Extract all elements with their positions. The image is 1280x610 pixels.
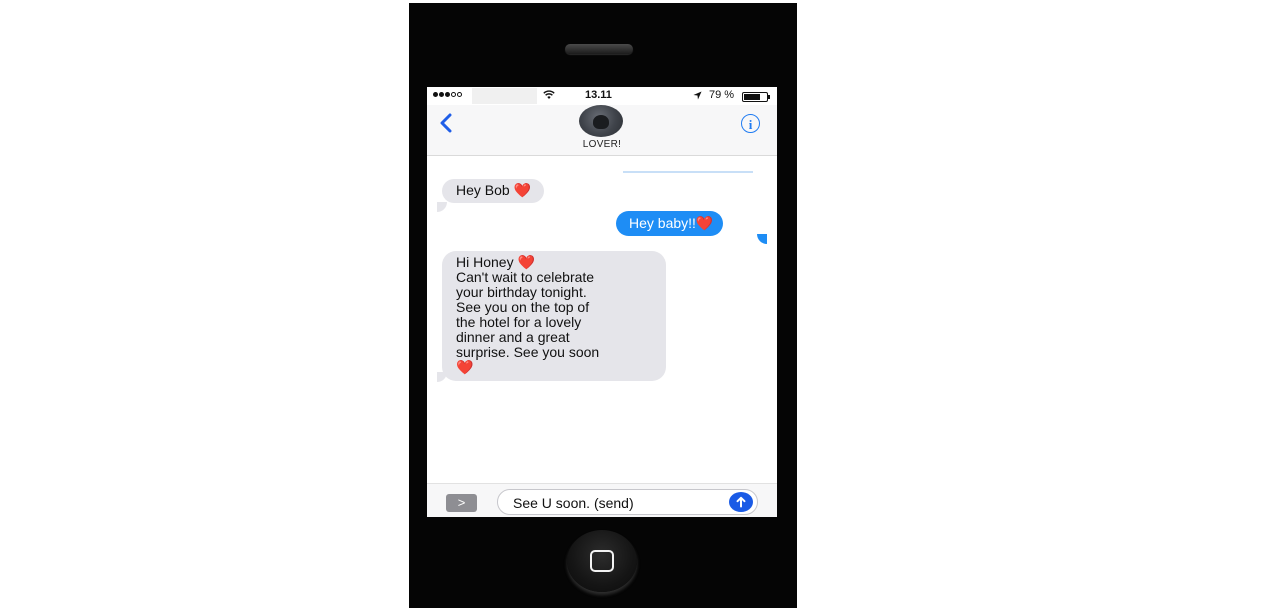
message-draft-text: See U soon. (send)	[513, 495, 634, 511]
send-button[interactable]	[729, 492, 753, 512]
message-input[interactable]: See U soon. (send)	[497, 489, 758, 515]
battery-percent: 79 %	[709, 89, 735, 101]
signal-strength-icon	[433, 92, 462, 97]
incoming-message-bubble[interactable]: Hey Bob ❤️	[442, 179, 545, 203]
status-bar: 13.11 79 %	[427, 87, 777, 105]
contact-name[interactable]: LOVER!	[427, 139, 777, 150]
battery-level-fill	[744, 94, 760, 100]
conversation-header: LOVER! i	[427, 105, 777, 173]
earpiece-speaker	[565, 44, 633, 54]
home-square-icon	[590, 550, 614, 572]
phone-screen: 13.11 79 % LOVER! i Hey Bob ❤️ Hey baby!…	[427, 87, 777, 517]
bubble-tail	[757, 234, 767, 244]
battery-icon	[742, 92, 770, 102]
home-button[interactable]	[567, 530, 637, 592]
status-time: 13.11	[585, 89, 612, 101]
location-arrow-icon	[693, 91, 702, 100]
chevron-left-icon[interactable]	[437, 112, 455, 134]
message-thread: Hey Bob ❤️ Hey baby!!❤️ Hi Honey ❤️ Can'…	[427, 157, 777, 487]
phone-frame: 13.11 79 % LOVER! i Hey Bob ❤️ Hey baby!…	[409, 3, 797, 608]
expand-apps-button[interactable]: >	[446, 494, 477, 512]
wifi-icon	[543, 90, 555, 99]
contact-avatar[interactable]	[579, 105, 623, 137]
message-composer: > See U soon. (send)	[427, 483, 777, 517]
outgoing-message-bubble[interactable]: Hey baby!!❤️	[616, 211, 724, 236]
bubble-tail	[437, 202, 447, 212]
carrier-name-redacted	[472, 88, 537, 104]
incoming-message-bubble[interactable]: Hi Honey ❤️ Can't wait to celebrate your…	[442, 251, 666, 381]
info-icon[interactable]: i	[741, 114, 760, 133]
arrow-up-icon	[736, 496, 746, 508]
